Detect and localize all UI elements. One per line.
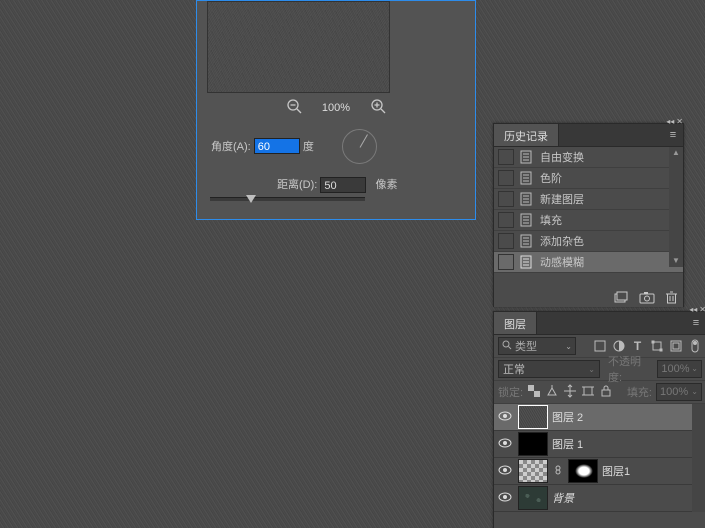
filter-toggle[interactable]	[687, 339, 702, 354]
layer-thumbnail[interactable]	[518, 486, 548, 510]
panel-close-icon[interactable]: ✕	[676, 117, 683, 126]
history-source-icon[interactable]	[498, 233, 514, 249]
layer-filter-type[interactable]: 类型 ⌄	[498, 337, 576, 355]
tab-layers[interactable]: 图层	[494, 312, 537, 334]
layer-row[interactable]: 图层 1	[494, 431, 705, 458]
history-item-label: 添加杂色	[540, 233, 584, 249]
tab-history[interactable]: 历史记录	[494, 124, 559, 146]
layers-scrollbar[interactable]	[692, 404, 705, 512]
lock-transparency-icon[interactable]	[527, 385, 541, 400]
layer-thumbnail[interactable]	[518, 405, 548, 429]
visibility-icon[interactable]	[496, 438, 514, 451]
history-item-label: 动感模糊	[540, 254, 584, 270]
layer-mask-thumbnail[interactable]	[568, 459, 598, 483]
filter-preview[interactable]	[207, 1, 390, 93]
angle-input[interactable]: 60	[254, 138, 300, 154]
layer-name[interactable]: 图层 2	[552, 409, 583, 425]
history-item[interactable]: 动感模糊	[494, 252, 683, 273]
layer-name[interactable]: 图层 1	[552, 436, 583, 452]
lock-image-icon[interactable]	[545, 385, 559, 400]
fill-input[interactable]: 100%⌄	[656, 383, 702, 401]
history-item[interactable]: 填充	[494, 210, 683, 231]
panel-collapse-icon[interactable]: ◂◂	[666, 117, 674, 126]
history-panel: ◂◂✕ 历史记录 ≡ 自由变换 色阶 新建图层 填充 添加杂色 动感模糊 ▲▼	[493, 123, 684, 307]
visibility-icon[interactable]	[496, 411, 514, 424]
history-footer	[494, 287, 683, 307]
lock-artboard-icon[interactable]	[581, 385, 595, 400]
visibility-icon[interactable]	[496, 492, 514, 505]
distance-slider[interactable]	[210, 197, 365, 201]
scroll-up-icon[interactable]: ▲	[669, 147, 683, 159]
zoom-percentage[interactable]: 100%	[322, 102, 350, 114]
opacity-label: 不透明度:	[608, 353, 653, 385]
history-source-icon[interactable]	[498, 149, 514, 165]
document-icon	[520, 150, 532, 164]
chevron-down-icon: ⌄	[588, 365, 595, 374]
lock-label: 锁定:	[498, 384, 523, 400]
scroll-down-icon[interactable]: ▼	[669, 255, 683, 267]
filter-pixel-icon[interactable]	[592, 339, 607, 354]
layer-thumbnail[interactable]	[518, 432, 548, 456]
angle-label: 角度(A):	[211, 141, 251, 153]
panel-collapse-icon[interactable]: ◂◂	[689, 305, 697, 314]
chevron-down-icon: ⌄	[565, 342, 572, 351]
layer-row[interactable]: 图层1	[494, 458, 705, 485]
history-source-icon[interactable]	[498, 191, 514, 207]
history-item-label: 自由变换	[540, 149, 584, 165]
slider-thumb[interactable]	[246, 195, 256, 203]
document-icon	[520, 192, 532, 206]
angle-dial[interactable]	[342, 129, 377, 164]
history-item[interactable]: 新建图层	[494, 189, 683, 210]
zoom-out-icon[interactable]	[287, 99, 301, 116]
layer-row[interactable]: 背景	[494, 485, 705, 512]
history-source-icon[interactable]	[498, 212, 514, 228]
angle-unit: 度	[303, 141, 314, 153]
history-item-label: 色阶	[540, 170, 562, 186]
motion-blur-dialog: 100% 角度(A): 60 度 距离(D): 50 像素	[196, 0, 476, 220]
history-source-icon[interactable]	[498, 170, 514, 186]
zoom-in-icon[interactable]	[371, 99, 385, 116]
snapshot-icon[interactable]	[640, 292, 654, 303]
opacity-input[interactable]: 100%⌄	[657, 360, 702, 378]
history-item-label: 填充	[540, 212, 562, 228]
visibility-icon[interactable]	[496, 465, 514, 478]
chevron-down-icon: ⌄	[691, 361, 698, 377]
filter-adjustment-icon[interactable]	[611, 339, 626, 354]
history-source-icon[interactable]	[498, 254, 514, 270]
chevron-down-icon: ⌄	[691, 384, 698, 400]
layers-panel: ◂◂✕ 图层 ≡ 类型 ⌄ T 正常⌄ 不透明度: 100%⌄ 锁定: 填充: …	[493, 311, 705, 528]
trash-icon[interactable]	[666, 291, 677, 304]
new-document-from-state-icon[interactable]	[614, 291, 628, 303]
search-icon	[502, 340, 512, 353]
history-item[interactable]: 色阶	[494, 168, 683, 189]
history-item[interactable]: 自由变换	[494, 147, 683, 168]
lock-all-icon[interactable]	[599, 385, 613, 400]
history-item-label: 新建图层	[540, 191, 584, 207]
blend-mode-select[interactable]: 正常⌄	[498, 360, 600, 378]
filter-smart-icon[interactable]	[668, 339, 683, 354]
layer-row[interactable]: 图层 2	[494, 404, 705, 431]
distance-input[interactable]: 50	[320, 177, 366, 193]
lock-position-icon[interactable]	[563, 385, 577, 400]
document-icon	[520, 171, 532, 185]
history-scrollbar[interactable]: ▲▼	[669, 147, 683, 267]
history-item[interactable]: 添加杂色	[494, 231, 683, 252]
layer-name[interactable]: 背景	[552, 490, 574, 506]
panel-menu-icon[interactable]: ≡	[663, 124, 683, 146]
distance-unit: 像素	[375, 179, 397, 191]
layer-list: 图层 2 图层 1 图层1 背景	[494, 404, 705, 512]
filter-type-icon[interactable]: T	[630, 339, 645, 354]
panel-menu-icon[interactable]: ≡	[686, 312, 705, 334]
document-icon	[520, 213, 532, 227]
panel-close-icon[interactable]: ✕	[699, 305, 705, 314]
history-list: 自由变换 色阶 新建图层 填充 添加杂色 动感模糊 ▲▼	[494, 147, 683, 287]
mask-link-icon[interactable]	[554, 465, 562, 478]
filter-shape-icon[interactable]	[649, 339, 664, 354]
document-icon	[520, 234, 532, 248]
distance-label: 距离(D):	[277, 179, 317, 191]
document-icon	[520, 255, 532, 269]
layer-thumbnail[interactable]	[518, 459, 548, 483]
layer-name[interactable]: 图层1	[602, 463, 630, 479]
fill-label: 填充:	[627, 384, 652, 400]
